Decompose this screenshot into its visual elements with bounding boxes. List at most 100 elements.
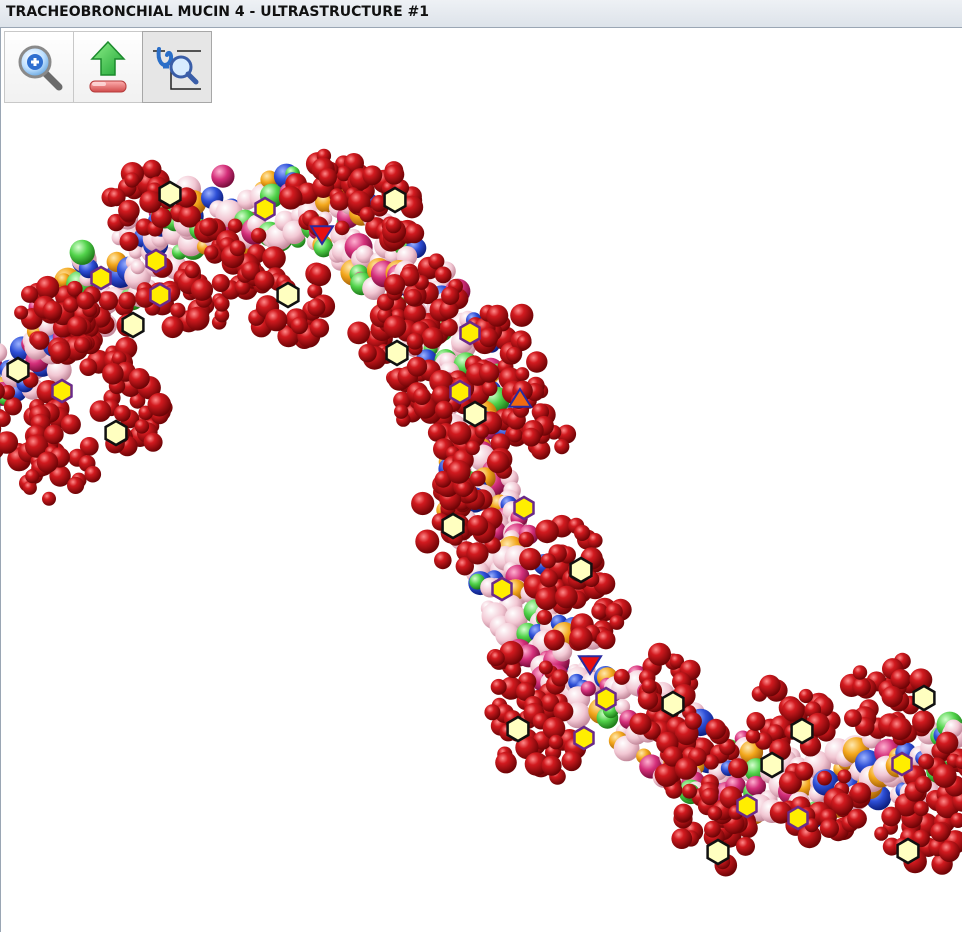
hexagon-marker-icon — [278, 283, 299, 307]
glycan-atom — [144, 433, 163, 452]
glycan-atom — [614, 669, 630, 685]
glycan-atom — [554, 439, 569, 454]
glycan-atom — [139, 191, 161, 213]
glycan-atom — [682, 784, 697, 799]
hexagon-marker-yellow-icon — [738, 795, 757, 817]
hexagon-marker-yellow-icon — [151, 284, 170, 306]
window-title: TRACHEOBRONCHIAL MUCIN 4 - ULTRASTRUCTUR… — [0, 0, 962, 28]
glycan-atom — [535, 520, 559, 544]
glycan-atom — [309, 264, 331, 286]
hexagon-marker-icon — [914, 686, 935, 710]
glycan-atom — [118, 292, 136, 310]
glycan-atom — [506, 347, 522, 363]
hexagon-marker-yellow-icon — [53, 380, 72, 402]
glycan-atom — [466, 542, 488, 564]
glycan-atom — [844, 709, 862, 727]
glycan-atom — [470, 471, 486, 487]
glycan-atom — [704, 821, 721, 838]
glycan-atom — [422, 327, 444, 349]
glycan-atom — [562, 751, 582, 771]
hexagon-marker-yellow-icon — [147, 250, 166, 272]
glycan-atom — [43, 301, 63, 321]
glycan-atom — [467, 515, 488, 536]
glycan-atom — [526, 351, 547, 372]
glycan-atom — [648, 643, 671, 666]
glycan-atom — [204, 245, 218, 259]
zoom-in-button[interactable] — [4, 31, 74, 103]
glycan-atom — [279, 186, 303, 210]
hexagon-marker-yellow-icon — [493, 578, 512, 600]
hexagon-marker-icon — [465, 402, 486, 426]
glycan-atom — [540, 569, 558, 587]
hexagon-marker-icon — [898, 839, 919, 863]
glycan-atom — [837, 769, 851, 783]
glycan-atom — [759, 675, 781, 697]
hexagon-marker-yellow-icon — [789, 807, 808, 829]
structure-search-button[interactable] — [142, 31, 212, 103]
backbone-atom — [0, 343, 7, 362]
glycan-atom — [519, 532, 534, 547]
hexagon-marker-yellow-icon — [256, 198, 275, 220]
glycan-atom — [191, 279, 213, 301]
glycan-atom — [148, 393, 172, 417]
export-button[interactable] — [73, 31, 143, 103]
glycan-atom — [746, 712, 765, 731]
molecular-model — [0, 104, 962, 932]
glycan-atom — [544, 630, 565, 651]
backbone-atom — [131, 260, 145, 274]
glycan-atom — [411, 492, 434, 515]
glycan-atom — [124, 172, 139, 187]
hexagon-marker-icon — [160, 182, 181, 206]
glycan-atom — [479, 362, 499, 382]
glycan-atom — [541, 553, 556, 568]
glycan-atom — [482, 381, 497, 396]
hexagon-marker-yellow-icon — [597, 688, 616, 710]
glycan-atom — [882, 686, 903, 707]
glycan-atom — [85, 466, 102, 483]
glycan-atom — [90, 400, 112, 422]
glycan-atom — [120, 232, 139, 251]
glycan-atom — [186, 307, 210, 331]
glycan-atom — [434, 552, 452, 570]
glycan-atom — [384, 315, 407, 338]
glycan-atom — [706, 719, 727, 740]
glycan-atom — [701, 788, 718, 805]
glycan-atom — [671, 828, 692, 849]
hexagon-marker-yellow-icon — [451, 381, 470, 403]
glycan-atom — [23, 481, 37, 495]
glycan-atom — [491, 679, 507, 695]
glycan-atom — [254, 271, 274, 291]
glycan-atom — [479, 328, 498, 347]
glycan-atom — [36, 276, 59, 299]
backbone-atom — [211, 165, 234, 188]
glycan-atom — [394, 405, 408, 419]
glycan-atom — [170, 303, 185, 318]
hexagon-marker-yellow-icon — [515, 497, 534, 519]
glycan-atom — [629, 713, 651, 735]
hexagon-marker-icon — [792, 719, 813, 743]
glycan-atom — [413, 387, 431, 405]
glycan-atom — [384, 164, 404, 184]
glycan-atom — [510, 304, 533, 327]
glycan-atom — [490, 651, 505, 666]
glycan-atom — [448, 421, 472, 445]
glycan-atom — [447, 460, 471, 484]
glycan-atom — [310, 319, 329, 338]
glycan-atom — [21, 286, 38, 303]
glycan-atom — [143, 160, 162, 179]
glycan-atom — [67, 316, 87, 336]
glycan-atom — [685, 713, 702, 730]
glycan-atom — [79, 358, 97, 376]
hexagon-marker-icon — [387, 341, 408, 365]
molecule-viewport[interactable] — [0, 104, 962, 932]
glycan-atom — [37, 452, 58, 473]
glycan-atom — [675, 804, 693, 822]
glycan-atom — [736, 837, 755, 856]
glycan-atom — [466, 441, 480, 455]
glycan-atom — [542, 756, 562, 776]
backbone-atom — [581, 681, 596, 696]
glycan-atom — [850, 782, 871, 803]
glycan-atom — [519, 548, 541, 570]
glycan-atom — [61, 414, 81, 434]
glycan-atom — [407, 333, 424, 350]
